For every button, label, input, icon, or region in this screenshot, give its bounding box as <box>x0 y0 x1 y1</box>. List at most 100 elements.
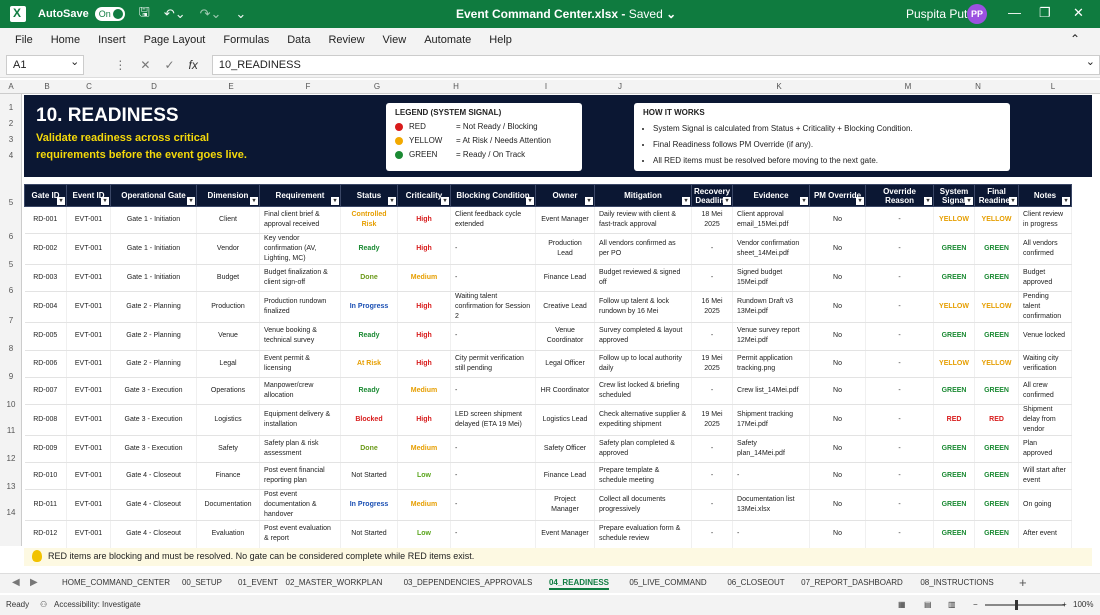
table-cell[interactable]: YELLOW <box>974 206 1020 235</box>
table-cell[interactable]: Creative Lead <box>535 291 595 324</box>
row-header[interactable]: 6 <box>0 232 22 241</box>
table-cell[interactable]: Venue survey report 12Mei.pdf <box>732 322 811 351</box>
table-cell[interactable]: Evaluation <box>196 520 260 549</box>
column-header-cell[interactable]: Operational Gate ▾ <box>110 184 197 207</box>
table-cell[interactable]: Waiting city verification <box>1018 350 1073 378</box>
sheet-tab-05-live-command[interactable]: 05_LIVE_COMMAND <box>629 578 706 587</box>
table-cell[interactable]: - <box>732 462 811 491</box>
table-cell[interactable]: No <box>809 404 867 436</box>
table-cell[interactable]: Safety Officer <box>535 435 595 464</box>
avatar[interactable]: PP <box>967 4 987 24</box>
sheet-tab-03-dependencies-approvals[interactable]: 03_DEPENDENCIES_APPROVALS <box>404 578 533 587</box>
table-cell[interactable]: - <box>865 489 935 522</box>
table-cell[interactable]: - <box>450 435 536 464</box>
table-cell[interactable]: Safety plan & risk assessment <box>259 435 341 464</box>
table-cell[interactable]: Legal Officer <box>535 350 595 378</box>
table-cell[interactable]: YELLOW <box>974 291 1020 324</box>
previous-sheet-icon[interactable]: ◀ <box>12 577 20 588</box>
table-cell[interactable]: High <box>397 291 451 324</box>
table-cell[interactable]: EVT-001 <box>66 462 111 491</box>
table-cell[interactable]: Client feedback cycle extended <box>450 206 536 235</box>
row-header[interactable]: 11 <box>0 426 22 435</box>
table-cell[interactable]: Gate 3 - Execution <box>110 404 197 436</box>
ribbon-tab-file[interactable]: File <box>15 34 33 46</box>
table-cell[interactable]: Post event financial reporting plan <box>259 462 341 491</box>
table-cell[interactable]: Finance <box>196 462 260 491</box>
table-cell[interactable]: - <box>450 462 536 491</box>
table-cell[interactable]: Manpower/crew allocation <box>259 377 341 405</box>
table-cell[interactable]: High <box>397 206 451 235</box>
table-cell[interactable]: On going <box>1018 489 1073 522</box>
table-cell[interactable]: Ready <box>340 322 398 351</box>
table-cell[interactable]: - <box>865 435 935 464</box>
table-cell[interactable]: Gate 1 - Initiation <box>110 233 197 266</box>
column-header[interactable]: B <box>44 82 49 91</box>
accessibility-status[interactable]: Accessibility: Investigate <box>54 600 141 609</box>
table-cell[interactable]: GREEN <box>974 489 1020 522</box>
table-cell[interactable]: No <box>809 322 867 351</box>
table-cell[interactable]: Medium <box>397 489 451 522</box>
filter-dropdown-icon[interactable]: ▾ <box>682 197 690 205</box>
zoom-level[interactable]: 100% <box>1073 600 1093 609</box>
column-header[interactable]: D <box>151 82 157 91</box>
filter-dropdown-icon[interactable]: ▾ <box>856 197 865 205</box>
ribbon-tab-home[interactable]: Home <box>51 34 80 46</box>
column-header[interactable]: F <box>306 82 311 91</box>
column-header[interactable]: H <box>453 82 459 91</box>
column-header[interactable]: L <box>1051 82 1055 91</box>
table-cell[interactable]: GREEN <box>974 377 1020 405</box>
sheet-tab-06-closeout[interactable]: 06_CLOSEOUT <box>727 578 784 587</box>
table-cell[interactable]: 18 Mei 2025 <box>691 206 734 235</box>
table-cell[interactable]: RD-001 <box>24 206 67 235</box>
table-cell[interactable]: Shipment delay from vendor <box>1018 404 1073 436</box>
table-cell[interactable]: All vendors confirmed as per PO <box>594 233 692 266</box>
table-cell[interactable]: - <box>691 322 734 351</box>
ribbon-tab-data[interactable]: Data <box>287 34 310 46</box>
row-header[interactable]: 8 <box>0 344 22 353</box>
table-cell[interactable]: RD-010 <box>24 462 67 491</box>
filter-dropdown-icon[interactable]: ▾ <box>1062 197 1071 205</box>
table-cell[interactable]: Blocked <box>340 404 398 436</box>
table-cell[interactable]: Gate 3 - Execution <box>110 435 197 464</box>
row-header[interactable]: 14 <box>0 508 22 517</box>
table-cell[interactable]: EVT-001 <box>66 489 111 522</box>
table-cell[interactable]: Gate 4 - Closeout <box>110 462 197 491</box>
table-cell[interactable]: RD-008 <box>24 404 67 436</box>
table-cell[interactable]: Pending talent confirmation <box>1018 291 1073 324</box>
column-header-cell[interactable]: Status ▾ <box>340 184 398 207</box>
table-cell[interactable]: RD-002 <box>24 233 67 266</box>
column-header[interactable]: J <box>618 82 622 91</box>
table-cell[interactable]: GREEN <box>933 264 976 293</box>
filter-dropdown-icon[interactable]: ▾ <box>187 197 195 205</box>
undo-icon[interactable]: ↶⌄ <box>164 6 186 22</box>
column-header-cell[interactable]: Criticality ▾ <box>397 184 451 207</box>
table-cell[interactable]: Venue Coordinator <box>535 322 595 351</box>
table-cell[interactable]: RD-011 <box>24 489 67 522</box>
ribbon-tab-formulas[interactable]: Formulas <box>223 34 269 46</box>
table-cell[interactable]: All crew confirmed <box>1018 377 1073 405</box>
table-cell[interactable]: Safety plan completed & approved <box>594 435 692 464</box>
table-cell[interactable]: Gate 2 - Planning <box>110 322 197 351</box>
column-header-cell[interactable]: Requirement ▾ <box>259 184 341 207</box>
table-cell[interactable]: Check alternative supplier & expediting … <box>594 404 692 436</box>
save-icon[interactable]: 🖫 <box>139 3 150 25</box>
table-cell[interactable]: Medium <box>397 264 451 293</box>
table-cell[interactable]: Gate 3 - Execution <box>110 377 197 405</box>
sheet-tab-04-readiness[interactable]: 04_READINESS <box>548 578 610 590</box>
table-cell[interactable]: Low <box>397 462 451 491</box>
table-cell[interactable]: - <box>865 350 935 378</box>
table-cell[interactable]: No <box>809 435 867 464</box>
table-cell[interactable]: Permit application tracking.png <box>732 350 811 378</box>
table-cell[interactable]: No <box>809 489 867 522</box>
table-cell[interactable]: Budget finalization & client sign-off <box>259 264 341 293</box>
name-box[interactable]: A1 <box>6 54 85 75</box>
table-cell[interactable]: - <box>865 322 935 351</box>
column-header-cell[interactable]: Notes ▾ <box>1018 184 1073 207</box>
sheet-tab-02-master-workplan[interactable]: 02_MASTER_WORKPLAN <box>286 578 383 587</box>
column-header[interactable]: M <box>905 82 912 91</box>
sheet-tab-01-event[interactable]: 01_EVENT <box>238 578 278 587</box>
table-cell[interactable]: GREEN <box>974 435 1020 464</box>
table-cell[interactable]: - <box>691 264 734 293</box>
table-cell[interactable]: EVT-001 <box>66 404 111 436</box>
collapse-ribbon-icon[interactable]: ⌃ <box>1070 32 1080 46</box>
